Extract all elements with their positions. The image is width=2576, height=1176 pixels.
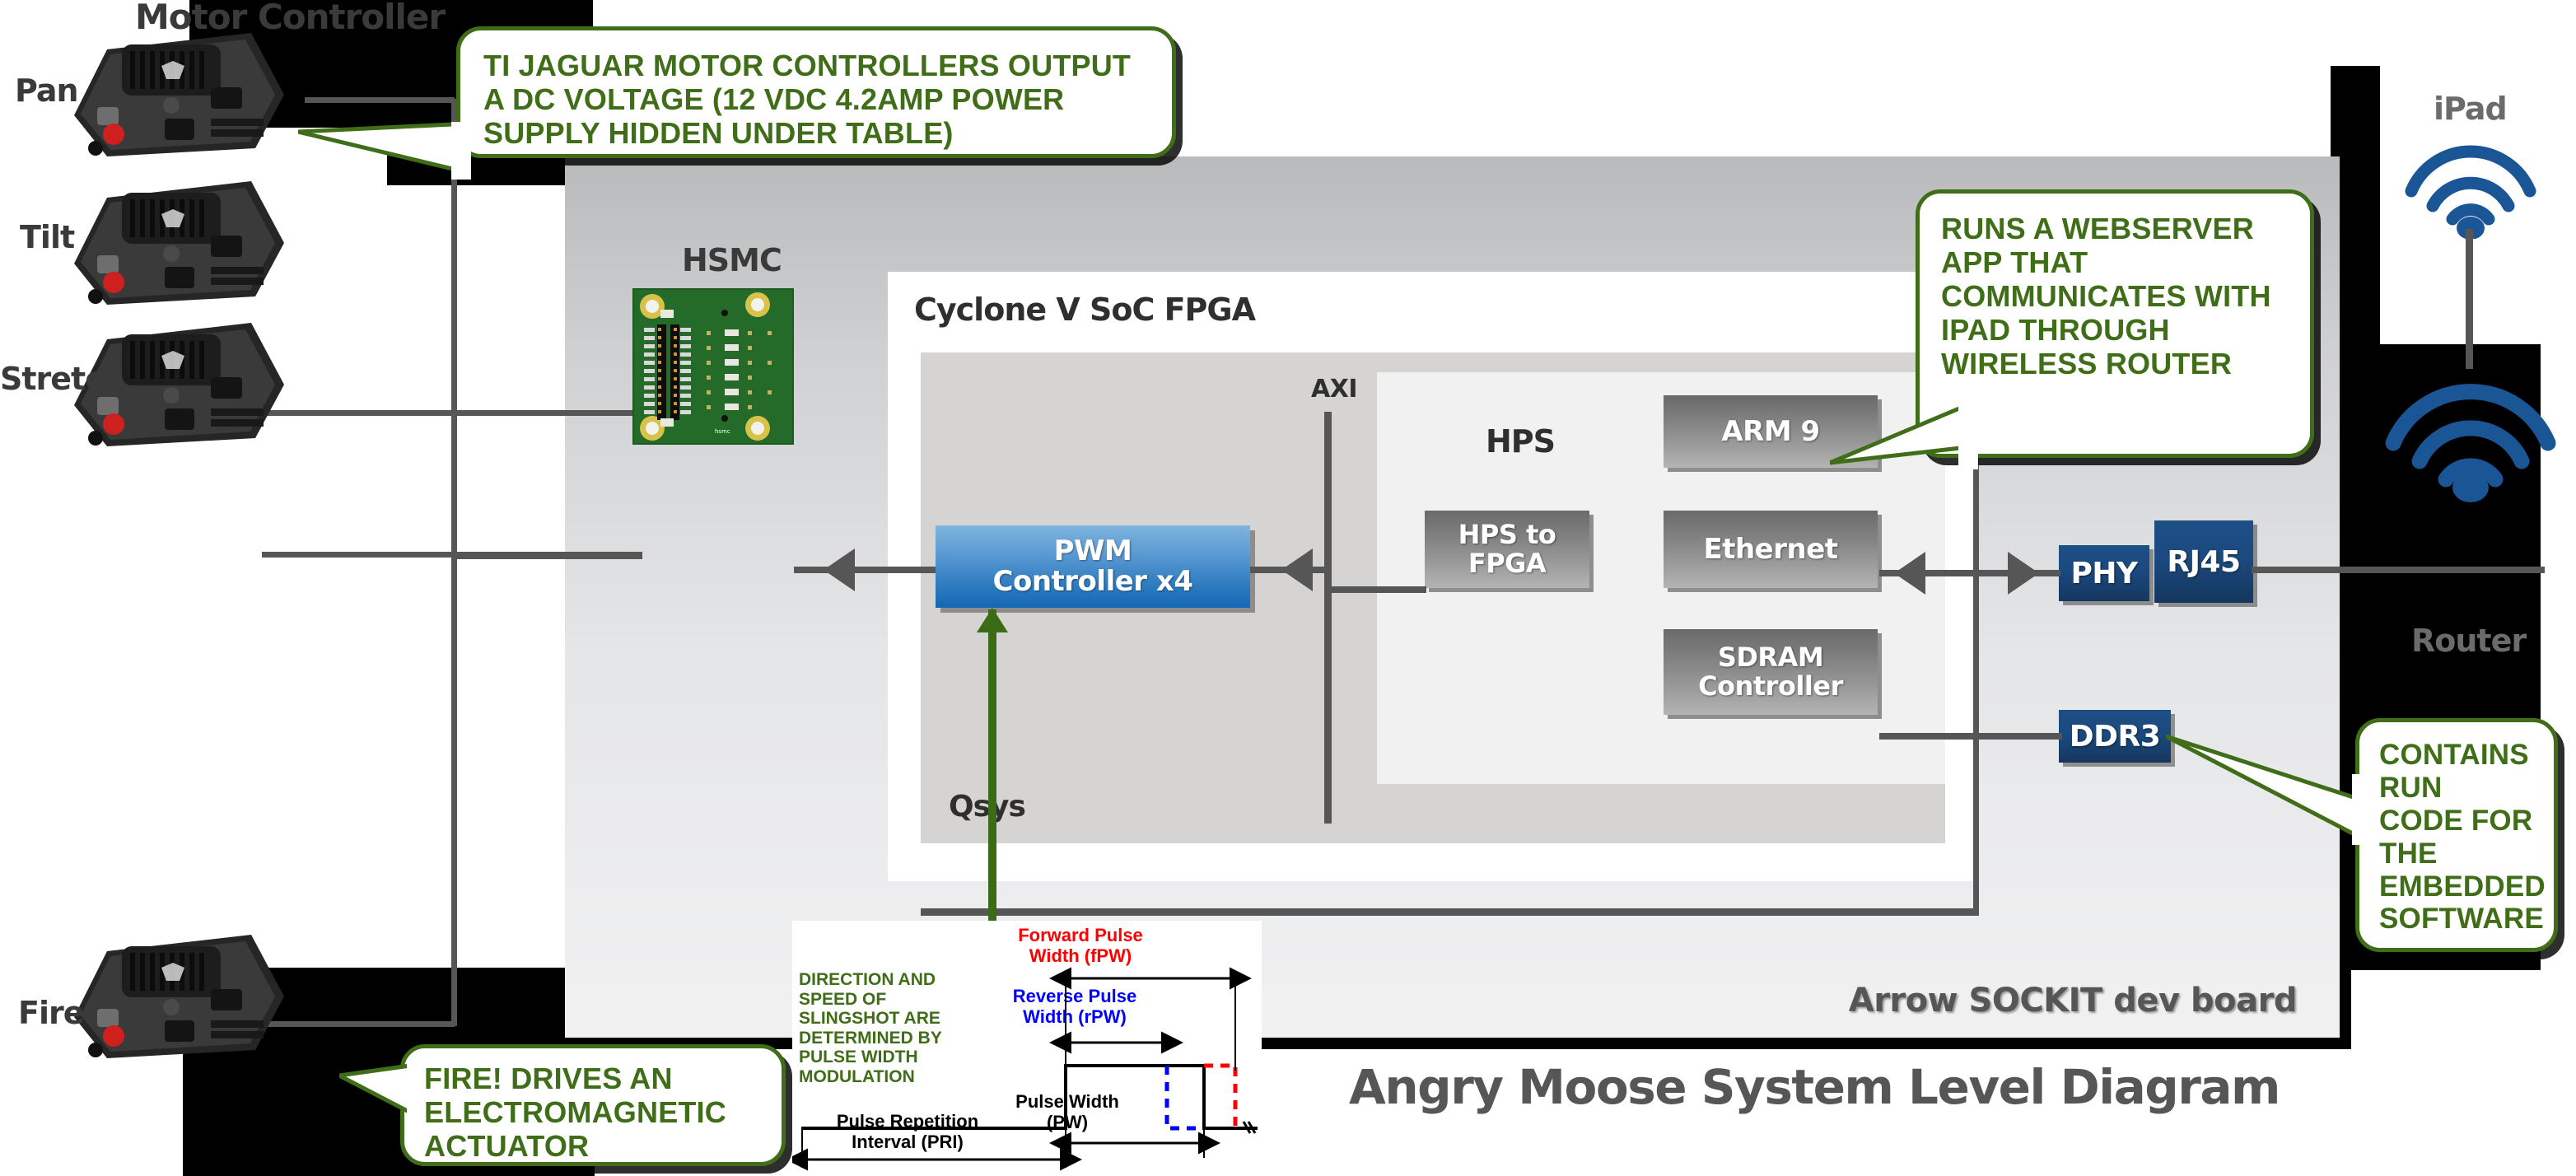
motor-label-tilt: Tilt bbox=[20, 219, 75, 255]
wire-pwm-waveform-link bbox=[988, 609, 996, 937]
phy-label: PHY bbox=[2070, 556, 2138, 590]
hsmc-label: HSMC bbox=[682, 242, 782, 278]
axi-bus-line bbox=[1324, 412, 1332, 824]
callout-ddr3: CONTAINS RUN CODE FOR THE EMBEDDED SOFTW… bbox=[2355, 718, 2558, 952]
arrow-pwm-waveform-up bbox=[977, 608, 1008, 632]
callout-fire-tail bbox=[339, 1061, 425, 1140]
dev-board-label: Arrow SOCKIT dev board bbox=[1848, 982, 2298, 1020]
pwm-waveform-panel: DIRECTION AND SPEED OF SLINGSHOT ARE DET… bbox=[792, 921, 1262, 1176]
wire-hps2fpga-to-axi bbox=[1326, 586, 1426, 593]
wire-hsmc-to-pwm bbox=[794, 567, 936, 573]
axi-bus-label: AXI bbox=[1311, 375, 1358, 404]
motor-controller-pan bbox=[74, 33, 284, 156]
hps-to-fpga-label: HPS to FPGA bbox=[1458, 519, 1556, 579]
sdram-controller-block: SDRAM Controller bbox=[1664, 629, 1878, 715]
phy-block: PHY bbox=[2059, 545, 2149, 601]
ethernet-label: Ethernet bbox=[1703, 532, 1838, 566]
motor-label-stretch: Stretch bbox=[0, 361, 125, 397]
arrow-hsmc-in bbox=[824, 548, 855, 591]
qsys-label: Qsys bbox=[949, 790, 1026, 824]
ddr3-block: DDR3 bbox=[2059, 710, 2171, 763]
pwm-controller-label-line2: Controller x4 bbox=[992, 565, 1193, 598]
motor-controller-tilt bbox=[74, 181, 284, 305]
rj45-block: RJ45 bbox=[2154, 520, 2253, 603]
pwm-controller-label-line1: PWM bbox=[1053, 534, 1132, 567]
rj45-label: RJ45 bbox=[2167, 544, 2241, 579]
wire-motor-bus-vertical bbox=[451, 99, 457, 1026]
router-wifi-icon bbox=[2385, 384, 2556, 502]
hps-label: HPS bbox=[1486, 423, 1556, 460]
wire-motor-bus-to-hsmc-upper bbox=[451, 410, 642, 416]
callout-fire: FIRE! DRIVES AN ELECTROMAGNETIC ACTUATOR bbox=[400, 1044, 786, 1166]
wire-sdram-to-ddr3 bbox=[1879, 733, 2062, 740]
motor-controller-header: Motor Controller bbox=[135, 0, 446, 37]
wire-rj45-to-router bbox=[2252, 567, 2545, 573]
hps-to-fpga-block: HPS to FPGA bbox=[1425, 511, 1589, 588]
svg-text:hsmc: hsmc bbox=[715, 428, 730, 435]
motor-label-pan: Pan bbox=[15, 72, 79, 109]
wire-motor-stretch bbox=[262, 552, 455, 558]
page-title: Angry Moose System Level Diagram bbox=[1349, 1059, 2280, 1115]
sdram-controller-label: SDRAM Controller bbox=[1698, 642, 1843, 702]
ipad-label: iPad bbox=[2434, 91, 2508, 127]
callout-ti-jaguar-tail bbox=[298, 122, 471, 180]
ipad-wifi-icon bbox=[2405, 145, 2536, 239]
ethernet-block: Ethernet bbox=[1664, 511, 1878, 588]
arrow-phy-in bbox=[2008, 552, 2039, 595]
arm9-label: ARM 9 bbox=[1721, 414, 1820, 448]
ddr3-label: DDR3 bbox=[2069, 719, 2161, 754]
wire-motor-pan bbox=[305, 97, 455, 103]
callout-webserver-tail bbox=[1830, 395, 1978, 469]
callout-ddr3-tail bbox=[2166, 734, 2372, 845]
hsmc-breakout-board: hsmc bbox=[632, 288, 794, 445]
motor-controller-fire bbox=[74, 935, 284, 1058]
callout-fire-text: FIRE! DRIVES AN ELECTROMAGNETIC ACTUATOR bbox=[424, 1062, 726, 1164]
fpga-title: Cyclone V SoC FPGA bbox=[914, 292, 1256, 328]
pwm-waveform-svg bbox=[792, 967, 1258, 1171]
callout-ti-jaguar: TI JAGUAR MOTOR CONTROLLERS OUTPUT A DC … bbox=[456, 26, 1176, 158]
callout-webserver-text: RUNS A WEBSERVER APP THAT COMMUNICATES W… bbox=[1941, 212, 2271, 381]
motor-label-fire: Fire! bbox=[18, 995, 98, 1031]
wire-board-bottom-bus bbox=[921, 908, 1979, 916]
arrow-ethernet-in bbox=[1894, 552, 1925, 595]
arrow-pwm-in bbox=[1281, 548, 1313, 591]
router-label: Router bbox=[2411, 623, 2527, 659]
callout-ti-jaguar-text: TI JAGUAR MOTOR CONTROLLERS OUTPUT A DC … bbox=[483, 49, 1132, 151]
wire-motor-bus-to-hsmc-lower bbox=[451, 552, 642, 559]
wire-ipad-to-router bbox=[2466, 229, 2473, 369]
callout-ddr3-text: CONTAINS RUN CODE FOR THE EMBEDDED SOFTW… bbox=[2379, 739, 2546, 936]
pwm-controller-block: PWM Controller x4 bbox=[936, 525, 1250, 608]
